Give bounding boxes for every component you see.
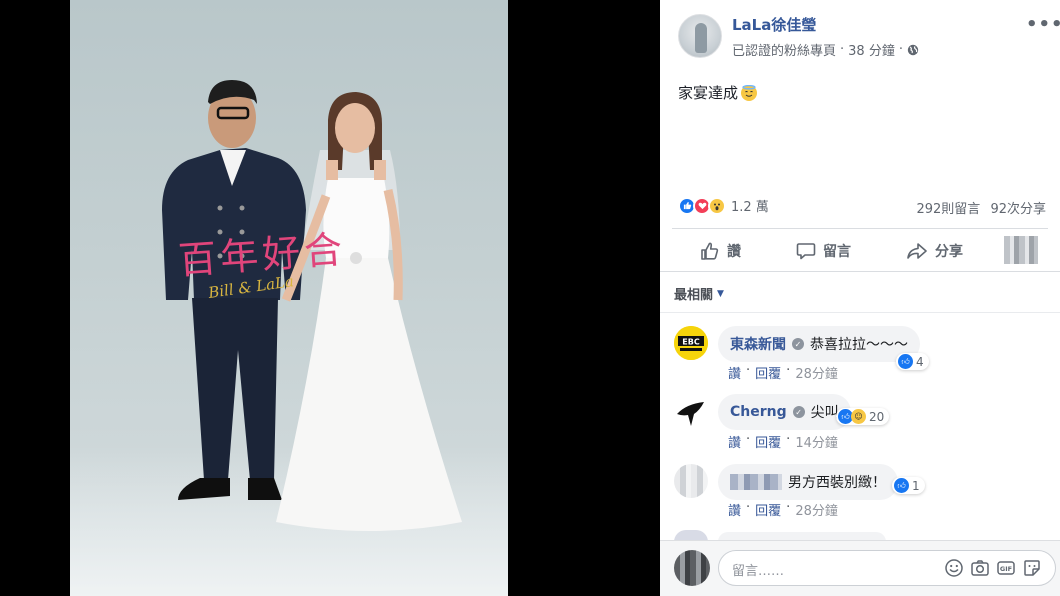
comment-actions: 讚 · 回覆 · 28分鐘 xyxy=(728,500,838,519)
comment-author-blurred[interactable] xyxy=(730,474,782,490)
verified-page-label: 已認證的粉絲專頁 xyxy=(732,44,837,59)
sort-label: 最相關 xyxy=(674,288,714,303)
like-label: 讚 xyxy=(727,244,741,260)
post-meta: 已認證的粉絲專頁 · 38 分鐘 · xyxy=(732,40,919,59)
svg-text:EBC: EBC xyxy=(682,338,700,347)
wedding-photo[interactable]: 百年好合 Bill & LaLa xyxy=(70,0,508,596)
comment-input-placeholder: 留言…… xyxy=(732,564,785,579)
ebc-logo-icon: EBC xyxy=(674,326,708,360)
comment-time[interactable]: 28分鐘 xyxy=(795,500,838,519)
comment-reaction-count: 4 xyxy=(916,354,924,369)
more-options-icon[interactable]: ••• xyxy=(1026,14,1060,35)
comment-bubble: 東森新聞 ✓ 恭喜拉拉～～～ xyxy=(718,326,920,362)
caret-down-icon: ▼ xyxy=(717,288,724,299)
verified-badge-icon: ✓ xyxy=(792,406,805,418)
comment-reply-link[interactable]: 回覆 xyxy=(755,432,781,451)
divider xyxy=(672,228,1048,229)
like-reaction-icon: 👍︎ xyxy=(894,478,909,493)
share-arrow-icon xyxy=(907,243,927,259)
comment-label: 留言 xyxy=(823,244,851,260)
emoji-icon[interactable] xyxy=(944,558,964,578)
comment-actions: 讚 · 回覆 · 14分鐘 xyxy=(728,432,838,451)
divider xyxy=(660,271,1060,272)
comment-reactions[interactable]: 👍︎ 4 xyxy=(896,353,929,370)
share-button[interactable]: 分享 xyxy=(906,236,963,266)
comment-time[interactable]: 14分鐘 xyxy=(795,432,838,451)
comment-text: 尖叫 xyxy=(810,405,839,421)
audience-selector-avatar[interactable] xyxy=(1004,236,1038,264)
cherng-avatar-icon xyxy=(677,402,704,426)
comment-text: 男方西裝別緻！ xyxy=(788,475,886,491)
thumbs-up-icon xyxy=(701,242,719,260)
comment-text: 恭喜拉拉～～～ xyxy=(810,337,908,353)
post-panel: LaLa徐佳瑩 已認證的粉絲專頁 · 38 分鐘 · ••• 家宴達成 1.2 … xyxy=(660,0,1060,596)
comment-bubble: 男方西裝別緻！ xyxy=(718,464,898,500)
verified-badge-icon: ✓ xyxy=(792,338,804,350)
comment-avatar[interactable]: EBC xyxy=(674,326,708,360)
comment-count[interactable]: 292則留言 xyxy=(916,202,980,217)
comment-icon xyxy=(796,243,816,260)
comment-reactions[interactable]: 👍︎ ☺ 20 xyxy=(836,408,890,425)
page-avatar[interactable] xyxy=(678,14,722,58)
comment-reply-link[interactable]: 回覆 xyxy=(755,500,781,519)
post-text-content: 家宴達成 xyxy=(678,84,739,102)
reaction-summary[interactable]: 1.2 萬 xyxy=(678,196,769,215)
like-reaction-icon: 👍︎ xyxy=(898,354,913,369)
comment-button[interactable]: 留言 xyxy=(796,236,851,266)
gif-icon[interactable]: GIF xyxy=(996,558,1016,578)
wedding-photo-figures xyxy=(162,80,462,531)
comment-sort-dropdown[interactable]: 最相關 ▼ xyxy=(674,284,724,303)
like-button[interactable]: 讚 xyxy=(700,236,741,266)
divider xyxy=(660,312,1060,313)
photo-viewer: 百年好合 Bill & LaLa xyxy=(0,0,660,596)
share-label: 分享 xyxy=(935,244,963,260)
comment-reply-link[interactable]: 回覆 xyxy=(755,363,781,382)
comment-time[interactable]: 28分鐘 xyxy=(795,363,838,382)
photo-caption: 百年好合 xyxy=(176,227,348,283)
post-text: 家宴達成 xyxy=(678,82,758,103)
haha-reaction-icon: ☺ xyxy=(851,409,866,424)
comment-reaction-count: 20 xyxy=(869,409,885,424)
share-count[interactable]: 92次分享 xyxy=(990,202,1046,217)
globe-icon[interactable] xyxy=(907,44,919,56)
comment-avatar[interactable] xyxy=(674,396,708,430)
comment-author[interactable]: Cherng xyxy=(730,404,787,420)
comment-avatar[interactable] xyxy=(674,464,708,498)
comment-reaction-count: 1 xyxy=(912,478,920,493)
svg-text:GIF: GIF xyxy=(1000,565,1012,573)
composer-avatar[interactable] xyxy=(674,550,710,586)
comment-reactions[interactable]: 👍︎ 1 xyxy=(892,477,925,494)
comment-like-link[interactable]: 讚 xyxy=(728,432,741,451)
comment-like-link[interactable]: 讚 xyxy=(728,363,741,382)
post-time[interactable]: 38 分鐘 xyxy=(848,40,895,59)
post-counts: 292則留言 92次分享 xyxy=(916,198,1046,217)
bride-figure xyxy=(276,92,462,531)
page-name[interactable]: LaLa徐佳瑩 xyxy=(732,14,816,35)
comment-actions: 讚 · 回覆 · 28分鐘 xyxy=(728,363,838,382)
comment-like-link[interactable]: 讚 xyxy=(728,500,741,519)
halo-smile-emoji-icon xyxy=(741,84,758,101)
comment-bubble: Cherng ✓ 尖叫 xyxy=(718,394,851,430)
wow-reaction-icon xyxy=(708,196,726,215)
camera-icon[interactable] xyxy=(970,558,990,578)
comment-author[interactable]: 東森新聞 xyxy=(730,334,786,354)
sticker-icon[interactable] xyxy=(1022,558,1042,578)
reaction-count: 1.2 萬 xyxy=(731,200,769,215)
